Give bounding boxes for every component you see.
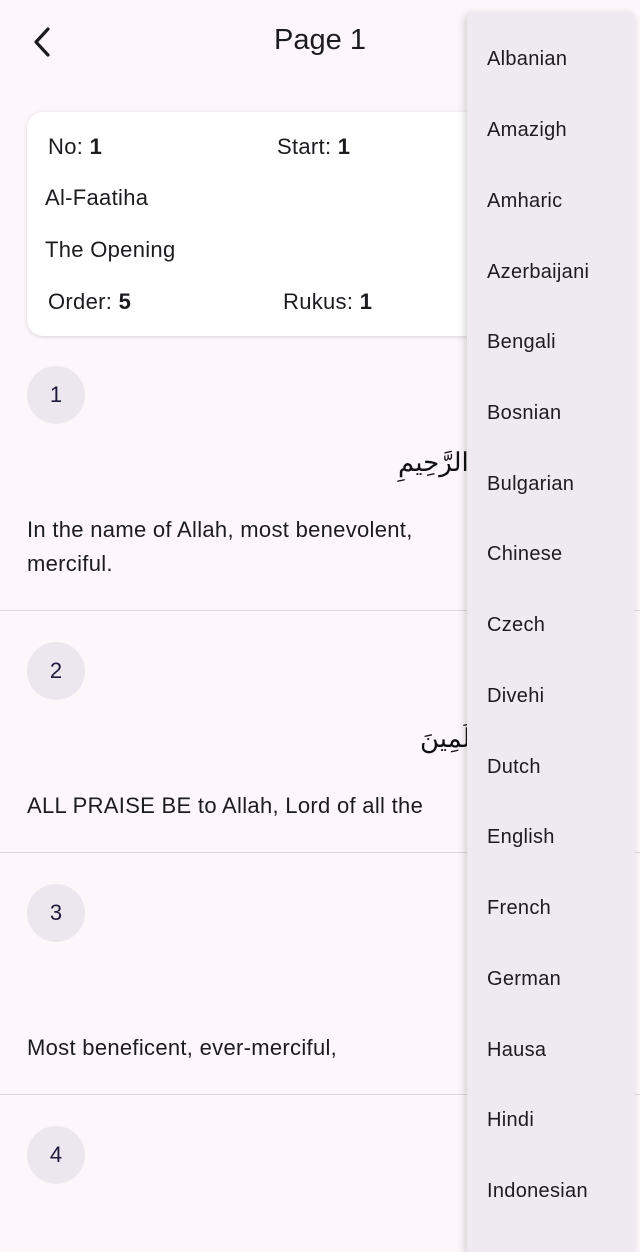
menu-item-divehi[interactable]: Divehi <box>467 661 635 731</box>
surah-order-value: 5 <box>118 289 132 314</box>
ayah-number-badge: 3 <box>27 884 85 942</box>
surah-number: No: 1 <box>48 134 102 160</box>
surah-number-value: 1 <box>89 134 103 159</box>
menu-item-hausa[interactable]: Hausa <box>467 1015 635 1085</box>
menu-item-bulgarian[interactable]: Bulgarian <box>467 449 635 519</box>
surah-start-value: 1 <box>337 134 351 159</box>
surah-start: Start: 1 <box>277 134 350 160</box>
menu-item-albanian[interactable]: Albanian <box>467 24 635 94</box>
surah-rukus-value: 1 <box>359 289 373 314</box>
ayah-number-badge: 2 <box>27 642 85 700</box>
menu-item-czech[interactable]: Czech <box>467 590 635 660</box>
menu-item-chinese[interactable]: Chinese <box>467 519 635 589</box>
menu-item-azerbaijani[interactable]: Azerbaijani <box>467 237 635 307</box>
menu-item-french[interactable]: French <box>467 873 635 943</box>
surah-english-name: The Opening <box>45 237 176 262</box>
surah-order: Order: 5 <box>48 289 131 315</box>
menu-item-hindi[interactable]: Hindi <box>467 1085 635 1155</box>
surah-start-label: Start: <box>277 134 332 159</box>
menu-item-amharic[interactable]: Amharic <box>467 166 635 236</box>
menu-item-bosnian[interactable]: Bosnian <box>467 378 635 448</box>
ayah-arabic-text: الرَّحِيمِ <box>398 448 469 478</box>
surah-number-label: No: <box>48 134 84 159</box>
surah-rukus-label: Rukus: <box>283 289 354 314</box>
menu-item-bengali[interactable]: Bengali <box>467 307 635 377</box>
surah-rukus: Rukus: 1 <box>283 289 372 315</box>
surah-order-label: Order: <box>48 289 113 314</box>
language-menu[interactable]: Albanian Amazigh Amharic Azerbaijani Ben… <box>467 12 635 1252</box>
ayah-number-badge: 4 <box>27 1126 85 1184</box>
ayah-translation: Most beneficent, ever-merciful, <box>27 1035 338 1060</box>
menu-item-amazigh[interactable]: Amazigh <box>467 95 635 165</box>
ayah-number-badge: 1 <box>27 366 85 424</box>
ayah-translation: In the name of Allah, most benevolent, m… <box>27 517 413 576</box>
menu-item-indonesian[interactable]: Indonesian <box>467 1156 635 1226</box>
menu-item-english[interactable]: English <box>467 802 635 872</box>
ayah-translation: ALL PRAISE BE to Allah, Lord of all the <box>27 793 424 818</box>
surah-name: Al-Faatiha <box>45 185 149 210</box>
menu-item-german[interactable]: German <box>467 944 635 1014</box>
menu-item-dutch[interactable]: Dutch <box>467 732 635 802</box>
